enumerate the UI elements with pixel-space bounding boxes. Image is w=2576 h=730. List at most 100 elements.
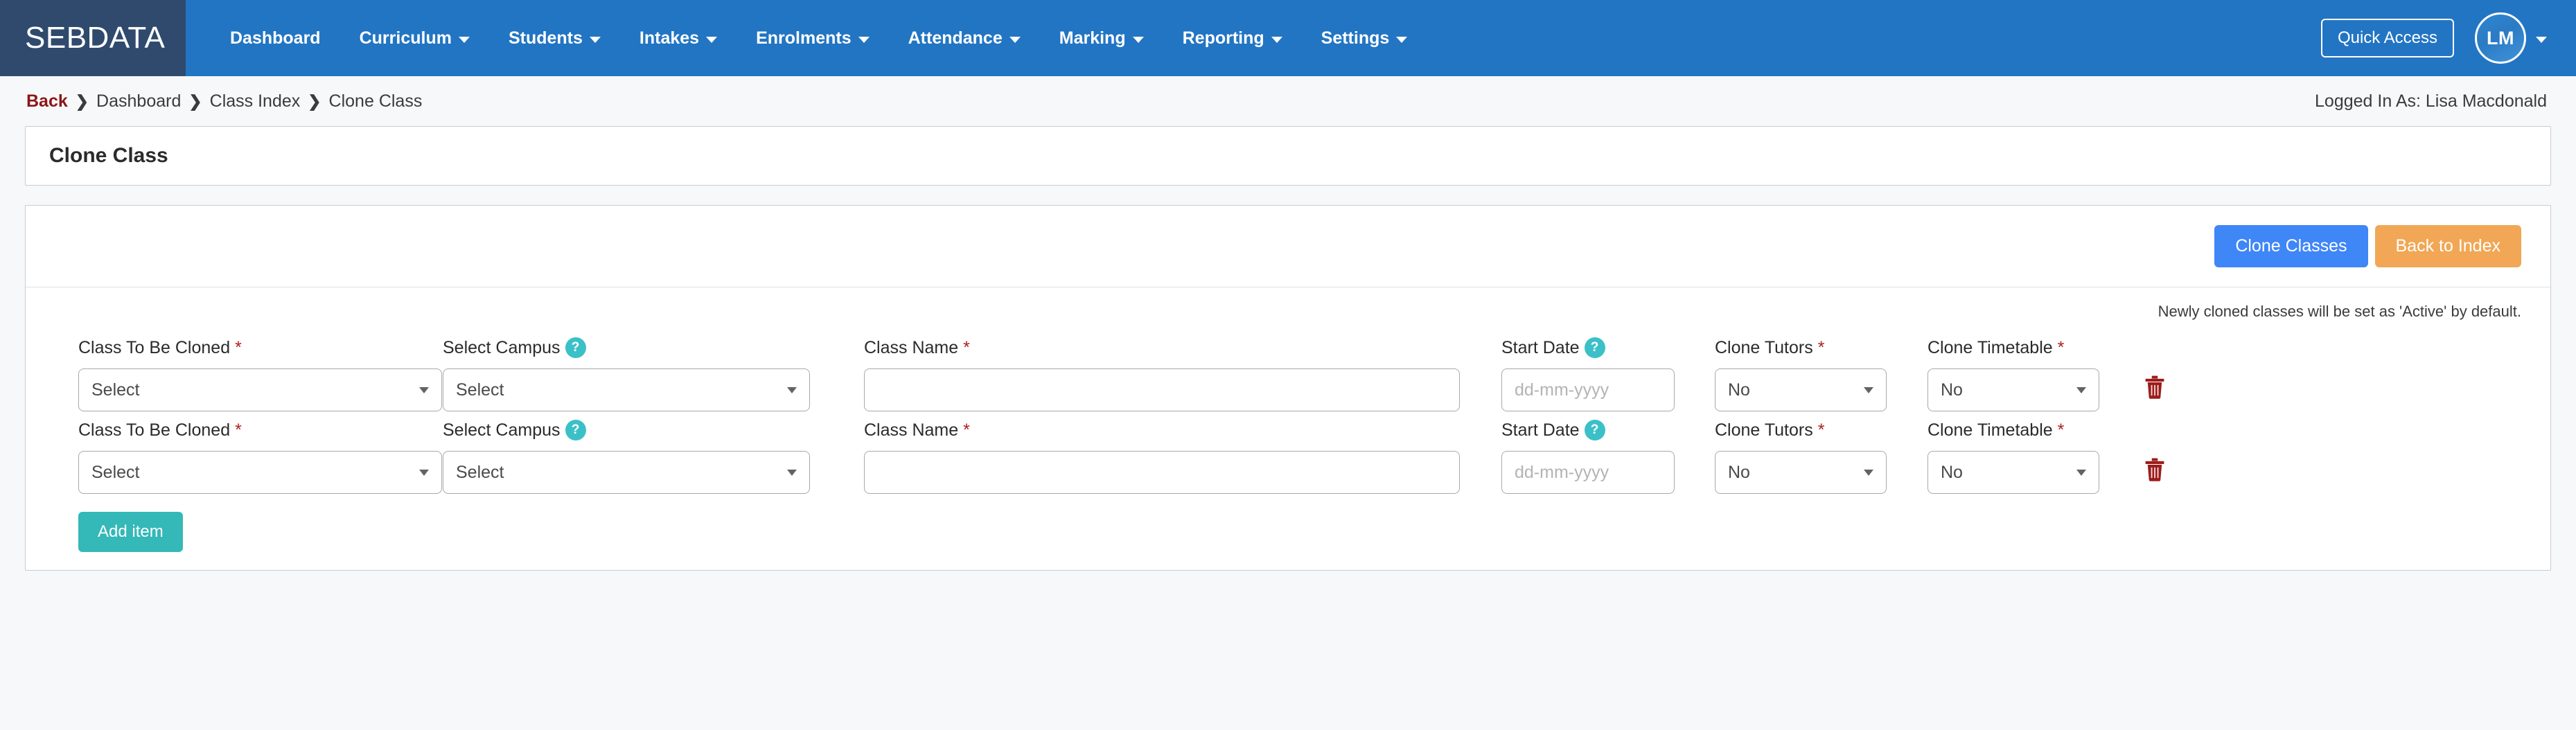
field-label: Select Campus ?	[443, 336, 864, 359]
label-text: Select Campus	[443, 420, 561, 440]
breadcrumb-bar: Back ❯ Dashboard ❯ Class Index ❯ Clone C…	[0, 76, 2576, 126]
breadcrumb-back-link[interactable]: Back	[26, 91, 68, 112]
select-campus-select[interactable]: Select	[443, 451, 810, 494]
label-text: Class To Be Cloned	[78, 420, 231, 440]
label-text: Clone Timetable	[1927, 420, 2053, 440]
select-value: No	[1941, 462, 1963, 482]
required-asterisk: *	[235, 420, 242, 440]
chevron-down-icon	[2536, 36, 2547, 43]
nav-item-curriculum[interactable]: Curriculum	[340, 0, 489, 76]
class-to-be-cloned-select[interactable]: Select	[78, 451, 442, 494]
field-label: Class Name *	[864, 336, 1501, 359]
nav-item-label: Attendance	[908, 28, 1003, 48]
select-value: No	[1941, 380, 1963, 400]
required-asterisk: *	[2057, 337, 2065, 357]
nav-item-attendance[interactable]: Attendance	[889, 0, 1040, 76]
clone-classes-button[interactable]: Clone Classes	[2214, 225, 2368, 267]
field-label: Class Name *	[864, 418, 1501, 442]
label-text: Class Name	[864, 337, 959, 357]
field-label: Start Date ?	[1501, 418, 1715, 442]
nav-item-reporting[interactable]: Reporting	[1163, 0, 1302, 76]
field-label: Clone Timetable *	[1927, 418, 2140, 442]
nav-item-label: Settings	[1321, 28, 1390, 48]
nav-item-label: Dashboard	[230, 28, 321, 48]
field-class-name: Class Name *	[864, 418, 1501, 494]
select-value: No	[1728, 462, 1750, 482]
chevron-down-icon	[858, 36, 870, 43]
input-placeholder: dd-mm-yyyy	[1515, 380, 1609, 400]
class-to-be-cloned-select[interactable]: Select	[78, 368, 442, 411]
delete-row-button[interactable]	[2140, 453, 2169, 486]
field-class-to-be-cloned: Class To Be Cloned * Select	[26, 418, 443, 494]
breadcrumb-item-class-index[interactable]: Class Index	[210, 91, 301, 112]
nav-item-label: Marking	[1059, 28, 1126, 48]
page-title-card: Clone Class	[25, 126, 2551, 186]
class-name-input[interactable]	[864, 368, 1460, 411]
field-label: Clone Tutors *	[1715, 336, 1927, 359]
field-clone-timetable: Clone Timetable * No	[1927, 336, 2140, 411]
start-date-input[interactable]: dd-mm-yyyy	[1501, 368, 1675, 411]
nav-item-intakes[interactable]: Intakes	[620, 0, 736, 76]
clone-timetable-select[interactable]: No	[1927, 451, 2099, 494]
row-actions	[2140, 336, 2251, 404]
quick-access-button[interactable]: Quick Access	[2320, 19, 2454, 57]
chevron-down-icon	[419, 386, 429, 393]
nav-item-settings[interactable]: Settings	[1302, 0, 1427, 76]
add-item-button[interactable]: Add item	[78, 512, 183, 552]
field-select-campus: Select Campus ? Select	[443, 418, 864, 494]
chevron-down-icon	[1009, 36, 1021, 43]
help-icon[interactable]: ?	[565, 420, 586, 440]
clone-row: Class To Be Cloned * Select Select Campu…	[26, 411, 2550, 494]
breadcrumb-item-dashboard[interactable]: Dashboard	[96, 91, 181, 112]
label-text: Class Name	[864, 420, 959, 440]
delete-row-button[interactable]	[2140, 371, 2169, 404]
select-campus-select[interactable]: Select	[443, 368, 810, 411]
chevron-down-icon	[787, 469, 797, 476]
select-value: No	[1728, 380, 1750, 400]
chevron-down-icon	[2076, 386, 2086, 393]
avatar: LM	[2475, 12, 2526, 64]
clone-rows-container: Class To Be Cloned * Select Select Campu…	[26, 329, 2550, 570]
field-clone-tutors: Clone Tutors * No	[1715, 336, 1927, 411]
input-placeholder: dd-mm-yyyy	[1515, 462, 1609, 482]
logged-in-as-label: Logged In As: Lisa Macdonald	[2315, 91, 2547, 111]
help-icon[interactable]: ?	[1584, 337, 1605, 358]
back-to-index-button[interactable]: Back to Index	[2374, 225, 2521, 267]
nav-item-dashboard[interactable]: Dashboard	[211, 0, 340, 76]
clone-row: Class To Be Cloned * Select Select Campu…	[26, 329, 2550, 411]
required-asterisk: *	[235, 337, 242, 357]
select-value: Select	[91, 380, 140, 400]
clone-timetable-select[interactable]: No	[1927, 368, 2099, 411]
breadcrumb-separator-icon: ❯	[308, 91, 321, 110]
help-icon[interactable]: ?	[1584, 420, 1605, 440]
start-date-input[interactable]: dd-mm-yyyy	[1501, 451, 1675, 494]
chevron-down-icon	[458, 36, 470, 43]
help-icon[interactable]: ?	[565, 337, 586, 358]
select-value: Select	[456, 380, 504, 400]
breadcrumb-item-clone-class[interactable]: Clone Class	[329, 91, 423, 112]
clone-tutors-select[interactable]: No	[1715, 451, 1887, 494]
clone-tutors-select[interactable]: No	[1715, 368, 1887, 411]
nav-item-students[interactable]: Students	[489, 0, 620, 76]
label-text: Start Date	[1501, 420, 1580, 440]
field-select-campus: Select Campus ? Select	[443, 336, 864, 411]
required-asterisk: *	[1817, 337, 1825, 357]
brand-logo-block[interactable]: SEBDATA	[0, 0, 186, 76]
primary-nav: Dashboard Curriculum Students Intakes En…	[186, 0, 2321, 76]
nav-item-enrolments[interactable]: Enrolments	[736, 0, 889, 76]
select-value: Select	[91, 462, 140, 482]
form-note-row: Newly cloned classes will be set as 'Act…	[26, 287, 2550, 329]
field-start-date: Start Date ? dd-mm-yyyy	[1501, 336, 1715, 411]
field-class-to-be-cloned: Class To Be Cloned * Select	[26, 336, 443, 411]
user-menu[interactable]: LM	[2475, 12, 2547, 64]
select-value: Select	[456, 462, 504, 482]
chevron-down-icon	[1864, 469, 1873, 476]
nav-item-marking[interactable]: Marking	[1040, 0, 1163, 76]
chevron-down-icon	[706, 36, 718, 43]
class-name-input[interactable]	[864, 451, 1460, 494]
label-text: Class To Be Cloned	[78, 337, 231, 357]
label-text: Clone Tutors	[1715, 337, 1813, 357]
required-asterisk: *	[1817, 420, 1825, 440]
brand-title: SEBDATA	[25, 21, 166, 55]
field-clone-timetable: Clone Timetable * No	[1927, 418, 2140, 494]
